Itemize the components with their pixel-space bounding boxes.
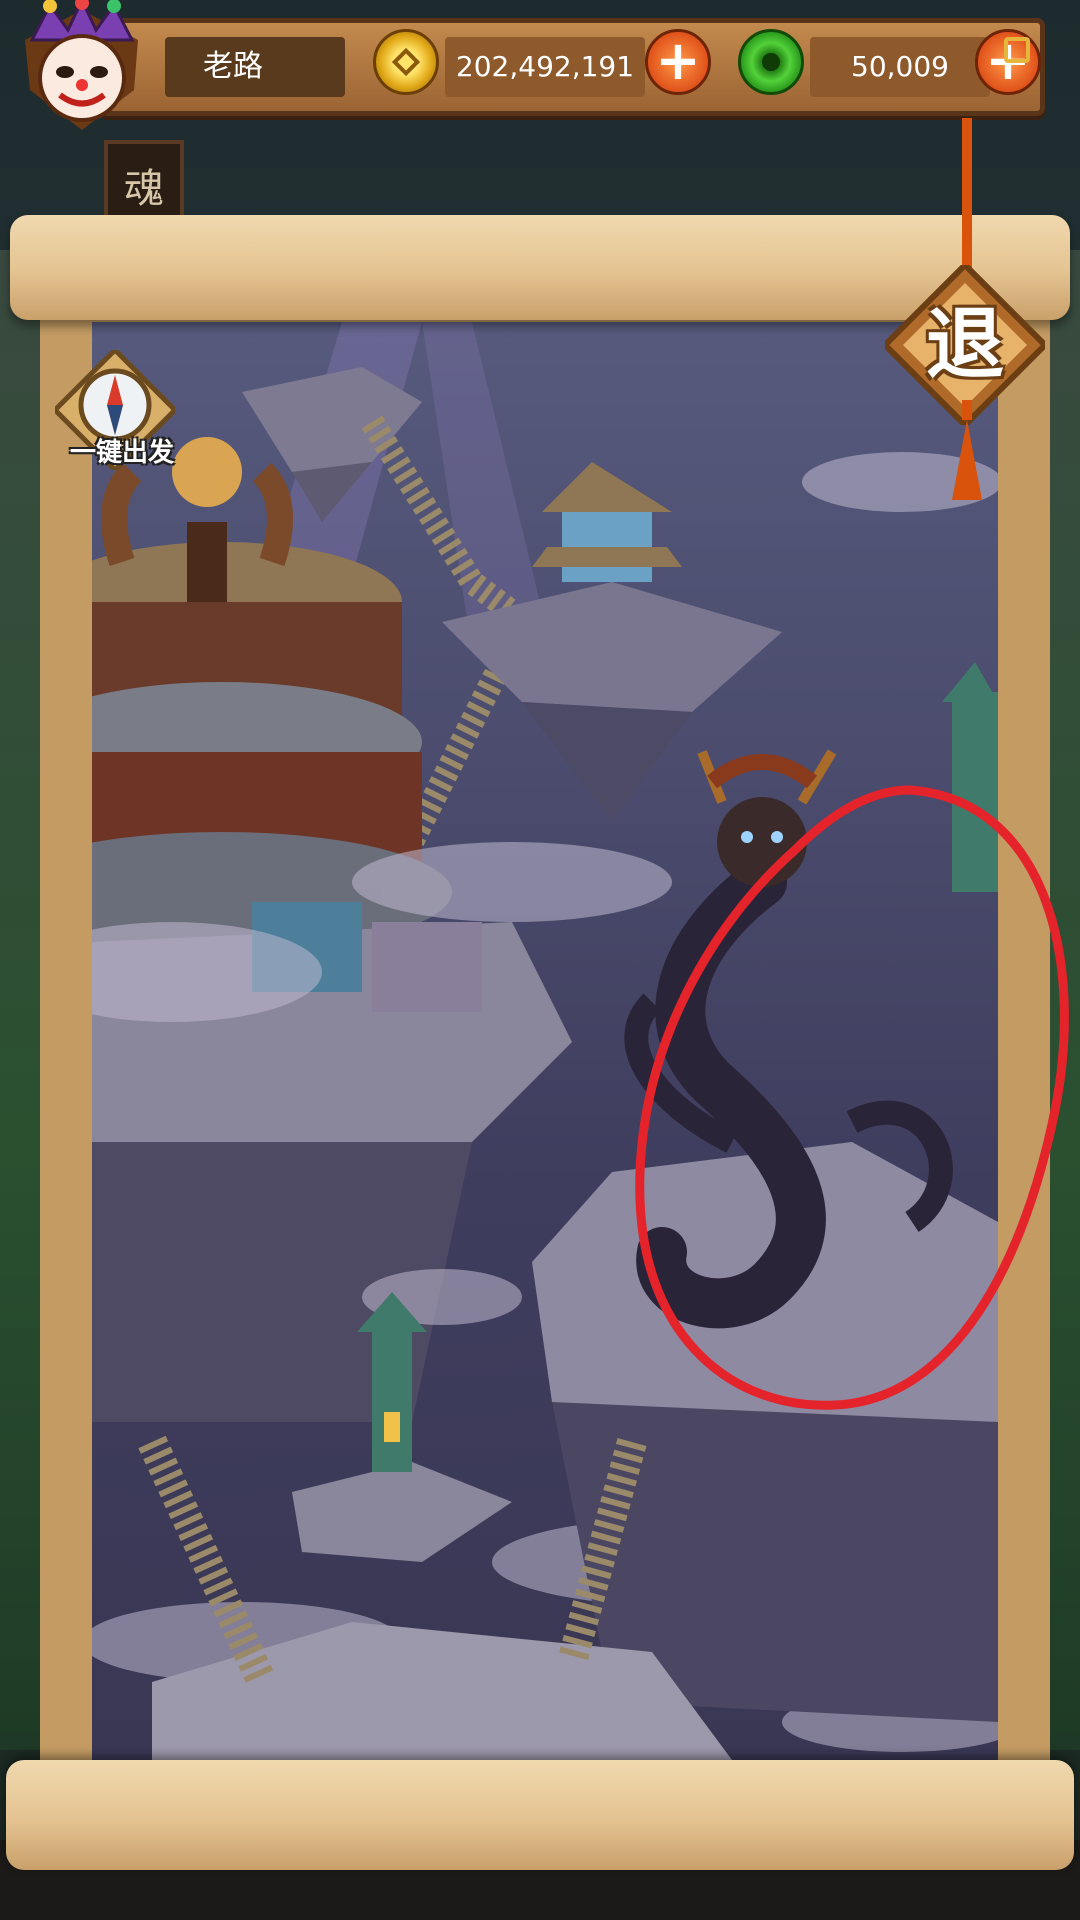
world-map (92, 322, 998, 1760)
world-edge-left (0, 250, 40, 1750)
jade-gem-icon (738, 29, 804, 95)
dragon-cliff[interactable] (532, 1142, 998, 1722)
tassel-icon (952, 400, 982, 500)
add-coins-button[interactable]: + (645, 29, 711, 95)
exit-label[interactable]: 退 (900, 295, 1030, 395)
scroll-roller-bottom (6, 1760, 1074, 1870)
coin-count: 202,492,191 (445, 37, 645, 97)
exit-cord (962, 118, 972, 278)
map-illustration (92, 322, 998, 1760)
corner-ornament-icon (1004, 37, 1030, 63)
player-avatar[interactable] (10, 0, 155, 135)
auto-depart-label[interactable]: 一键出发 (52, 432, 192, 469)
top-resource-bar: 老路 202,492,191 + 50,009 + (100, 18, 1045, 116)
pagoda-right[interactable] (942, 662, 998, 892)
player-name: 老路 (165, 37, 345, 97)
coin-icon (373, 29, 439, 95)
gem-count: 50,009 (810, 37, 990, 97)
